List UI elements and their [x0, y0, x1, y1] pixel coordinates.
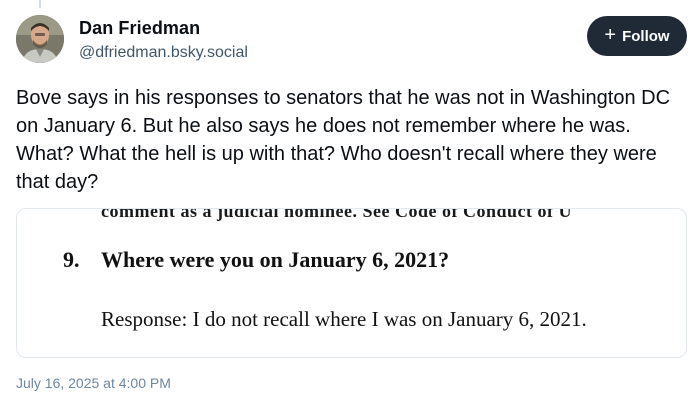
thread-line	[39, 0, 41, 8]
follow-button-label: Follow	[622, 27, 670, 45]
post-text: Bove says in his responses to senators t…	[16, 87, 671, 193]
avatar[interactable]	[16, 15, 64, 63]
embed-question: Where were you on January 6, 2021?	[101, 247, 450, 272]
author-display-name[interactable]: Dan Friedman	[79, 18, 200, 39]
post-timestamp[interactable]: July 16, 2025 at 4:00 PM	[16, 375, 171, 391]
embed-question-number: 9.	[63, 247, 80, 272]
plus-icon: +	[604, 24, 617, 46]
author-handle[interactable]: @dfriedman.bsky.social	[79, 44, 248, 62]
embed-response: Response: I do not recall where I was on…	[101, 307, 587, 331]
embedded-image[interactable]: comment as a judicial nominee. See Code …	[16, 208, 687, 358]
embed-cut-line: comment as a judicial nominee. See Code …	[101, 208, 572, 221]
follow-button[interactable]: + Follow	[587, 16, 687, 56]
post: Dan Friedman @dfriedman.bsky.social + Fo…	[0, 0, 700, 403]
user-avatar-photo-icon	[16, 15, 64, 63]
